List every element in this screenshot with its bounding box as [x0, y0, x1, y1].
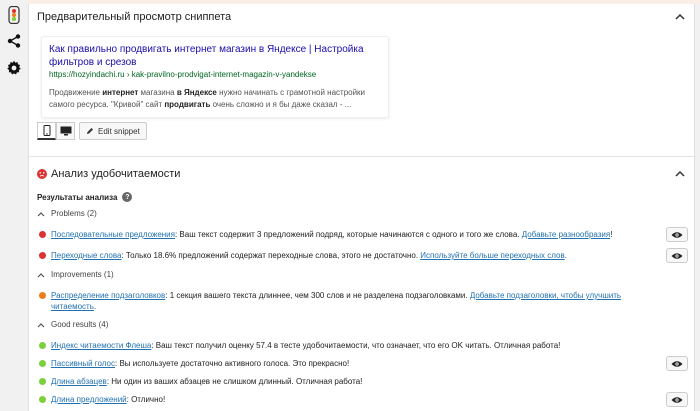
result-description: : Отлично!	[126, 395, 166, 404]
result-text: Индекс читаемости Флеша: Ваш текст получ…	[51, 340, 651, 351]
result-action-link[interactable]: Добавьте разнообразия	[522, 230, 611, 239]
status-dot-icon	[39, 342, 46, 349]
gear-icon[interactable]	[5, 59, 23, 77]
main-panel: Предварительный просмотр сниппета Как пр…	[28, 4, 696, 411]
traffic-light-icon[interactable]	[5, 6, 23, 24]
highlight-eye-button[interactable]	[666, 227, 688, 242]
share-icon[interactable]	[5, 32, 23, 50]
edit-snippet-button[interactable]: Edit snippet	[79, 122, 147, 140]
edit-snippet-label: Edit snippet	[98, 126, 140, 136]
result-link[interactable]: Индекс читаемости Флеша	[51, 341, 151, 350]
result-description: : Ни один из ваших абзацев не слишком дл…	[106, 377, 363, 386]
result-text: Распределение подзаголовков: 1 секция ва…	[51, 290, 651, 312]
readability-header[interactable]: Анализ удобочитаемости	[29, 161, 696, 187]
eye-icon	[671, 252, 683, 259]
result-description: : Ваш текст содержит 3 предложений подря…	[174, 230, 522, 239]
results-group-header[interactable]: Improvements (1)	[37, 270, 114, 279]
snippet-url: https://hozyindachi.ru › kak-pravilno-pr…	[49, 70, 317, 79]
chevron-up-icon	[37, 272, 45, 277]
results-group-header[interactable]: Problems (2)	[37, 209, 97, 218]
status-dot-icon	[39, 252, 46, 259]
result-description: : Вы используете достаточно активного го…	[115, 359, 350, 368]
mobile-icon	[43, 125, 50, 136]
result-description: : Ваш текст получил оценку 57.4 в тесте …	[151, 341, 561, 350]
result-link[interactable]: Распределение подзаголовков	[51, 291, 165, 300]
result-link[interactable]: Пассивный голос	[51, 359, 115, 368]
desktop-preview-button[interactable]	[56, 122, 75, 140]
result-text: Переходные слова: Только 18.6% предложен…	[51, 250, 651, 261]
eye-icon	[671, 396, 683, 403]
highlight-eye-button[interactable]	[666, 356, 688, 371]
highlight-eye-button[interactable]	[666, 248, 688, 263]
snippet-preview-header[interactable]: Предварительный просмотр сниппета	[29, 4, 696, 30]
result-action-link[interactable]: Используйте больше переходных слов	[420, 251, 564, 260]
pencil-icon	[87, 128, 93, 134]
results-group-label: Problems (2)	[51, 209, 97, 218]
result-description: : Только 18.6% предложений содержат пере…	[121, 251, 421, 260]
result-link[interactable]: Длина предложений	[51, 395, 127, 404]
sidebar	[0, 0, 28, 411]
result-text: Пассивный голос: Вы используете достаточ…	[51, 358, 651, 369]
status-dot-icon	[39, 378, 46, 385]
device-toggle	[37, 122, 75, 140]
desktop-icon	[60, 126, 71, 136]
eye-icon	[671, 360, 683, 367]
result-tail: !	[610, 230, 613, 239]
result-link[interactable]: Переходные слова	[51, 251, 121, 260]
chevron-up-icon[interactable]	[674, 11, 686, 23]
status-dot-icon	[39, 396, 46, 403]
result-link[interactable]: Последовательные предложения	[51, 230, 175, 239]
analysis-results-heading: Результаты анализа ?	[37, 192, 133, 202]
chevron-up-icon	[37, 322, 45, 327]
section-divider	[29, 156, 696, 157]
result-text: Последовательные предложения: Ваш текст …	[51, 229, 651, 240]
result-text: Длина абзацев: Ни один из ваших абзацев …	[51, 376, 651, 387]
results-group-label: Good results (4)	[51, 320, 109, 329]
highlight-eye-button[interactable]	[666, 392, 688, 407]
status-dot-icon	[39, 292, 46, 299]
help-icon[interactable]: ?	[122, 192, 133, 202]
snippet-description: Продвижение интернет магазина в Яндексе …	[49, 88, 366, 109]
result-tail: .	[93, 302, 97, 311]
results-group-header[interactable]: Good results (4)	[37, 320, 108, 329]
snippet-title[interactable]: Как правильно продвигать интернет магази…	[49, 43, 379, 69]
status-dot-icon	[39, 360, 46, 367]
chevron-up-icon	[37, 211, 45, 216]
result-link[interactable]: Длина абзацев	[51, 377, 107, 386]
results-group-label: Improvements (1)	[51, 270, 114, 279]
snippet-preview-title: Предварительный просмотр сниппета	[37, 11, 232, 23]
chevron-up-icon[interactable]	[674, 168, 686, 180]
mobile-preview-button[interactable]	[37, 122, 56, 140]
eye-icon	[671, 231, 683, 238]
result-text: Длина предложений: Отлично!	[51, 394, 651, 405]
readability-title: Анализ удобочитаемости	[51, 168, 181, 180]
snippet-preview-card: Как правильно продвигать интернет магази…	[41, 36, 389, 118]
result-description: : 1 секция вашего текста длиннее, чем 30…	[165, 291, 470, 300]
status-dot-icon	[39, 231, 46, 238]
result-tail: .	[564, 251, 567, 260]
sad-face-icon	[37, 169, 47, 179]
